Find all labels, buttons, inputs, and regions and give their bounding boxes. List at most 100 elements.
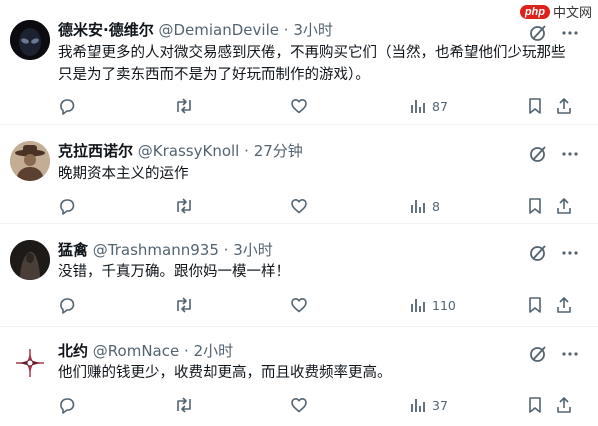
repost-icon <box>177 297 191 313</box>
tweet-text: 他们赚的钱更少，收费却更高，而且收费频率更高。 <box>58 365 392 381</box>
separator-dot: · <box>184 342 189 360</box>
display-name[interactable]: 德米安·德维尔 <box>58 21 154 39</box>
view-count: 110 <box>432 297 456 313</box>
bookmark-button[interactable] <box>527 393 543 417</box>
action-bar: 37 <box>58 393 598 417</box>
reply-icon <box>60 298 75 314</box>
hooded-figure-avatar-icon <box>10 240 50 280</box>
timestamp[interactable]: 3小时 <box>233 241 273 259</box>
views-button[interactable]: 37 <box>410 393 448 417</box>
more-dots-icon <box>562 31 578 35</box>
like-button[interactable] <box>290 94 308 118</box>
heart-icon <box>291 199 307 214</box>
reply-icon <box>60 99 75 115</box>
analytics-icon <box>411 399 425 412</box>
display-name[interactable]: 北约 <box>58 342 88 360</box>
share-button[interactable] <box>555 194 573 218</box>
tweet-text: 没错，千真万确。跟你妈一模一样！ <box>58 264 290 280</box>
reply-button[interactable] <box>58 393 76 417</box>
separator-dot: · <box>283 21 289 39</box>
action-bar: 110 <box>58 293 598 317</box>
more-dots-icon <box>562 251 578 255</box>
heart-icon <box>291 398 307 413</box>
repost-button[interactable] <box>174 94 194 118</box>
grok-button[interactable] <box>527 22 549 44</box>
display-name[interactable]: 克拉西诺尔 <box>58 142 133 160</box>
views-button[interactable]: 110 <box>410 293 456 317</box>
tweet-text: 我希望更多的人对微交易感到厌倦，不再购买它们（当然，也希望他们少玩那些只是为了卖… <box>58 45 566 83</box>
tweet-2[interactable]: 克拉西诺尔 @KrassyKnoll · 27分钟 晚期资本主义的运作 8 <box>0 125 598 224</box>
bookmark-icon <box>529 297 541 313</box>
views-button[interactable]: 8 <box>410 194 440 218</box>
analytics-icon <box>411 100 425 113</box>
repost-icon <box>177 98 191 114</box>
like-button[interactable] <box>290 293 308 317</box>
user-handle[interactable]: @DemianDevile <box>158 21 278 39</box>
avatar[interactable] <box>10 240 50 280</box>
analytics-icon <box>411 200 425 213</box>
tweet-4[interactable]: 北约 @RomNace · 2小时 他们赚的钱更少，收费却更高，而且收费频率更高… <box>0 327 598 426</box>
avatar[interactable] <box>10 20 50 60</box>
views-button[interactable]: 87 <box>410 94 448 118</box>
share-icon <box>557 297 571 313</box>
bookmark-icon <box>529 98 541 114</box>
timestamp[interactable]: 3小时 <box>293 21 333 39</box>
more-dots-icon <box>562 152 578 156</box>
user-handle[interactable]: @KrassyKnoll <box>138 142 240 160</box>
grok-icon <box>530 25 546 41</box>
heart-icon <box>291 99 307 114</box>
repost-button[interactable] <box>174 194 194 218</box>
action-bar: 87 <box>58 94 598 118</box>
share-icon <box>557 98 571 114</box>
repost-button[interactable] <box>174 393 194 417</box>
view-count: 87 <box>432 98 448 114</box>
display-name[interactable]: 猛禽 <box>58 241 88 259</box>
like-button[interactable] <box>290 393 308 417</box>
view-count: 37 <box>432 397 448 413</box>
tweet-3[interactable]: 猛禽 @Trashmann935 · 3小时 没错，千真万确。跟你妈一模一样！ … <box>0 224 598 327</box>
action-bar: 8 <box>58 194 598 218</box>
separator-dot: · <box>244 142 249 160</box>
share-icon <box>557 397 571 413</box>
repost-icon <box>177 198 191 214</box>
grok-button[interactable] <box>527 143 549 165</box>
bookmark-icon <box>529 198 541 214</box>
share-button[interactable] <box>555 293 573 317</box>
avatar[interactable] <box>10 141 50 181</box>
compass-rose-avatar-icon <box>10 343 50 383</box>
bookmark-button[interactable] <box>527 194 543 218</box>
timestamp[interactable]: 2小时 <box>194 342 234 360</box>
separator-dot: · <box>223 241 229 259</box>
bookmark-button[interactable] <box>527 94 543 118</box>
share-button[interactable] <box>555 94 573 118</box>
grok-icon <box>530 146 546 162</box>
user-handle[interactable]: @RomNace <box>93 342 179 360</box>
share-icon <box>557 198 571 214</box>
analytics-icon <box>411 299 425 312</box>
alien-avatar-icon <box>10 20 50 60</box>
like-button[interactable] <box>290 194 308 218</box>
more-options-button[interactable] <box>559 22 581 44</box>
heart-icon <box>291 298 307 313</box>
reply-icon <box>60 199 75 215</box>
share-button[interactable] <box>555 393 573 417</box>
repost-button[interactable] <box>174 293 194 317</box>
reply-button[interactable] <box>58 94 76 118</box>
user-handle[interactable]: @Trashmann935 <box>93 241 219 259</box>
tweet-text: 晚期资本主义的运作 <box>58 166 189 182</box>
more-dots-icon <box>562 352 578 356</box>
reply-icon <box>60 398 75 414</box>
grok-icon <box>530 245 546 261</box>
repost-icon <box>177 397 191 413</box>
reply-button[interactable] <box>58 293 76 317</box>
avatar[interactable] <box>10 343 50 383</box>
cowboy-avatar-icon <box>10 141 50 181</box>
tweet-1[interactable]: 德米安·德维尔 @DemianDevile · 3小时 我希望更多的人对微交易感… <box>0 0 598 125</box>
grok-icon <box>530 346 546 362</box>
more-options-button[interactable] <box>559 143 581 165</box>
reply-button[interactable] <box>58 194 76 218</box>
bookmark-icon <box>529 397 541 413</box>
timestamp[interactable]: 27分钟 <box>254 142 303 160</box>
bookmark-button[interactable] <box>527 293 543 317</box>
view-count: 8 <box>432 198 440 214</box>
